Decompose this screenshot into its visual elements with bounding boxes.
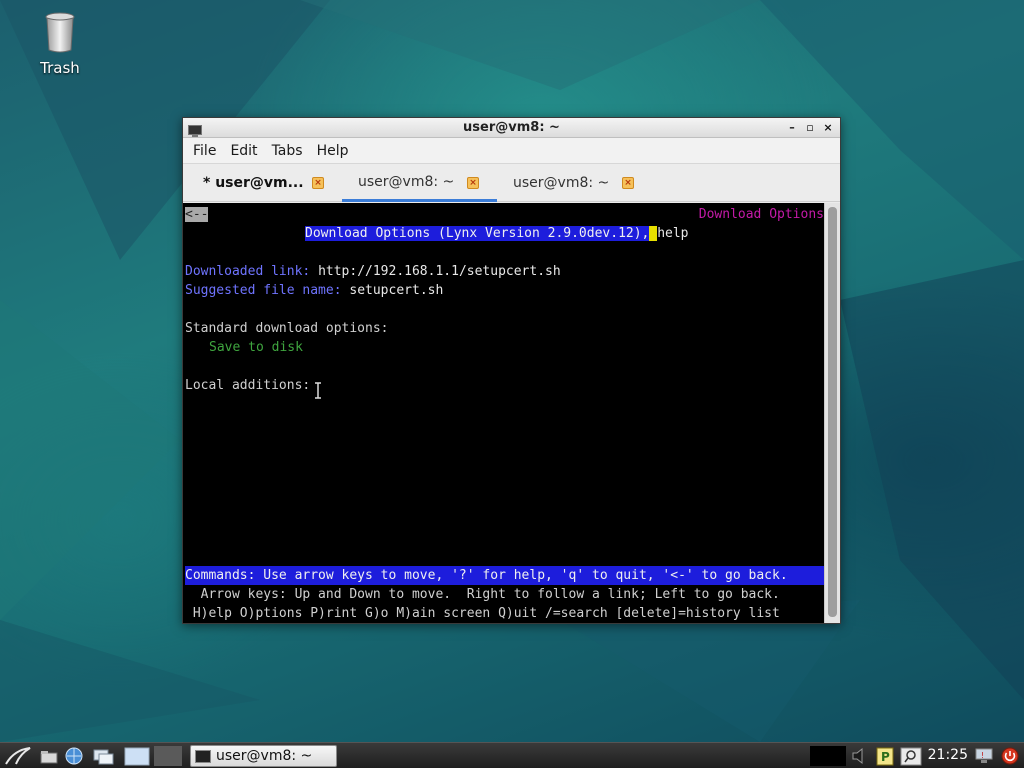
save-to-disk-link[interactable]: Save to disk (209, 338, 303, 357)
trash-label: Trash (40, 59, 80, 77)
suggested-name-line: Suggested file name: setupcert.sh (185, 281, 443, 300)
clock[interactable]: 21:25 (928, 747, 968, 763)
standard-options-heading: Standard download options: (185, 321, 389, 336)
tab-1[interactable]: * user@vm... × (187, 164, 342, 202)
header-line: Download Options (Lynx Version 2.9.0dev.… (305, 224, 689, 243)
terminal-window: user@vm8: ~ – ▫ × File Edit Tabs Help * … (182, 117, 841, 624)
maximize-button[interactable]: ▫ (802, 120, 818, 136)
scrollbar-thumb[interactable] (828, 207, 837, 617)
suggested-name-value: setupcert.sh (349, 283, 444, 298)
menu-edit[interactable]: Edit (224, 143, 263, 159)
tab-label: * user@vm... (203, 175, 304, 191)
ibeam-cursor-icon (315, 382, 321, 399)
taskbar: user@vm8: ~ P 21:25 ! (0, 742, 1024, 768)
downloaded-link-value: http://192.168.1.1/setupcert.sh (318, 264, 561, 279)
menu-help[interactable]: Help (311, 143, 355, 159)
network-icon[interactable]: ! (974, 746, 994, 766)
tab-bar: * user@vm... × user@vm8: ~ × user@vm8: ~… (183, 164, 840, 202)
power-icon[interactable] (1000, 746, 1020, 766)
cpu-monitor (810, 746, 846, 766)
start-menu-icon[interactable] (4, 746, 34, 766)
package-updater-icon[interactable]: P (876, 746, 894, 766)
file-manager-icon[interactable] (40, 746, 58, 766)
terminal-scrollbar[interactable] (824, 203, 840, 623)
tab-3[interactable]: user@vm8: ~ × (497, 164, 652, 202)
svg-text:P: P (881, 750, 890, 764)
suggested-name-label: Suggested file name: (185, 283, 342, 298)
tab-label: user@vm8: ~ (513, 175, 610, 191)
show-windows-icon[interactable] (92, 746, 116, 766)
close-button[interactable]: × (820, 120, 836, 136)
volume-icon[interactable] (850, 746, 872, 766)
tab-label: user@vm8: ~ (358, 173, 455, 190)
downloaded-link-label: Downloaded link: (185, 264, 311, 279)
downloaded-link-line: Downloaded link: http://192.168.1.1/setu… (185, 262, 561, 281)
tab-close-icon[interactable]: × (467, 177, 479, 189)
tab-close-icon[interactable]: × (622, 177, 634, 189)
minimize-button[interactable]: – (784, 120, 800, 136)
commands-bar: Commands: Use arrow keys to move, '?' fo… (185, 566, 824, 585)
trash-desktop-icon[interactable]: Trash (30, 12, 90, 77)
window-title: user@vm8: ~ (463, 120, 560, 135)
header-highlight: Download Options (Lynx Version 2.9.0dev.… (305, 226, 650, 241)
local-additions-heading: Local additions: (185, 378, 311, 393)
arrow-keys-help: Arrow keys: Up and Down to move. Right t… (185, 587, 780, 602)
taskbar-task-label: user@vm8: ~ (216, 748, 313, 764)
back-line: <-- (185, 205, 209, 224)
help-link[interactable]: help (657, 226, 688, 241)
desktop-switcher-2[interactable] (154, 746, 182, 766)
web-browser-icon[interactable] (64, 746, 84, 766)
search-icon[interactable] (900, 746, 922, 766)
menu-file[interactable]: File (187, 143, 222, 159)
tab-close-icon[interactable]: × (312, 177, 324, 189)
shortcut-help: H)elp O)ptions P)rint G)o M)ain screen Q… (185, 606, 780, 621)
svg-text:!: ! (981, 751, 984, 760)
terminal-output[interactable]: <-- Download Options Download Options (L… (183, 203, 826, 623)
tab-2[interactable]: user@vm8: ~ × (342, 164, 497, 202)
taskbar-window-button[interactable]: user@vm8: ~ (190, 745, 337, 767)
window-titlebar[interactable]: user@vm8: ~ – ▫ × (183, 118, 840, 138)
terminal-task-icon (195, 749, 211, 763)
back-button[interactable]: <-- (185, 207, 209, 222)
desktop-switcher-1[interactable] (124, 746, 150, 766)
page-title-right: Download Options (698, 207, 824, 222)
menu-tabs[interactable]: Tabs (266, 143, 309, 159)
menu-bar: File Edit Tabs Help (183, 138, 840, 164)
trash-icon (45, 12, 75, 54)
